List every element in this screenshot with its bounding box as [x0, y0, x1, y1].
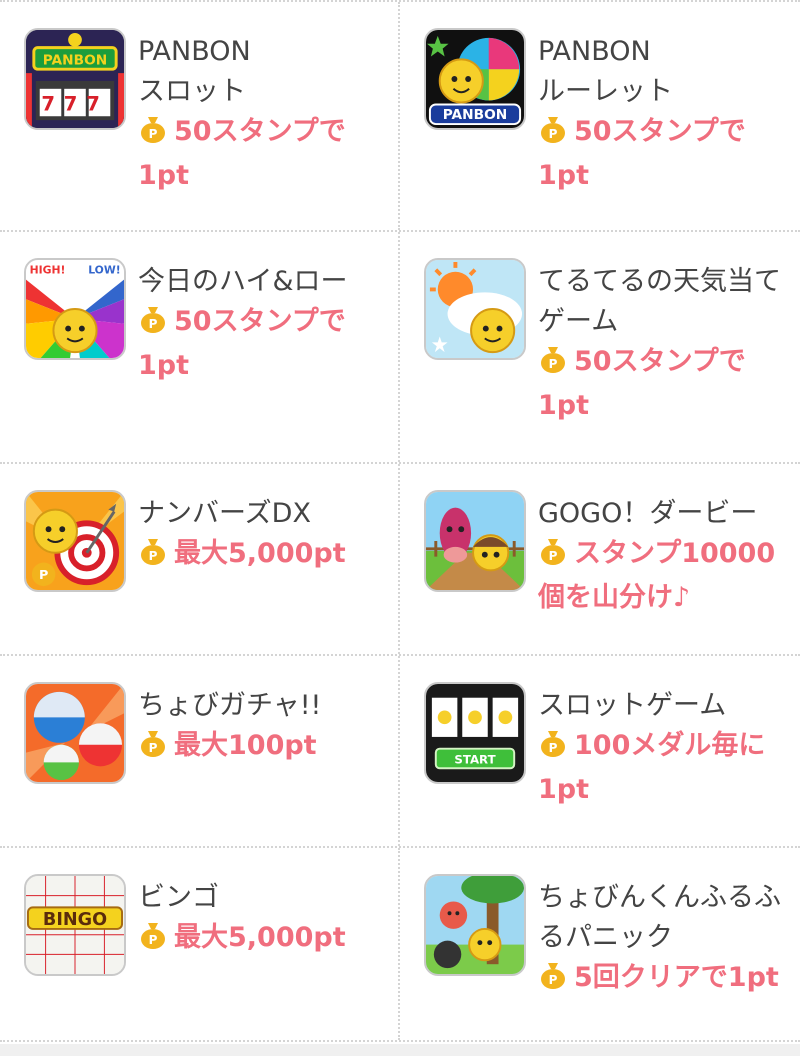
game-list: PANBON 777 PANBON スロット P 50スタンプで1pt PANB… [0, 0, 800, 1044]
reward-text: 50スタンプで1pt [538, 346, 746, 421]
svg-text:P: P [149, 933, 158, 947]
game-reward: P 50スタンプで1pt [538, 342, 788, 426]
point-bag-icon: P [538, 536, 568, 578]
point-bag-icon: P [138, 536, 168, 578]
panbon-slot-icon[interactable]: PANBON 777 [24, 28, 126, 130]
point-bag-icon: P [538, 114, 568, 156]
point-bag-icon: P [138, 114, 168, 156]
game-row: BINGO ビンゴ P 最大5,000pt ちょびんくんふるふるパニック P 5… [0, 848, 800, 1042]
reward-text: スタンプ10000個を山分け♪ [538, 538, 776, 613]
svg-text:PANBON: PANBON [43, 52, 107, 68]
svg-text:P: P [149, 549, 158, 563]
bingo-icon[interactable]: BINGO [24, 874, 126, 976]
game-reward: P スタンプ10000個を山分け♪ [538, 534, 788, 618]
point-bag-icon: P [538, 960, 568, 1002]
game-title[interactable]: GOGO！ダービー [538, 494, 788, 534]
game-item-derby[interactable]: GOGO！ダービー P スタンプ10000個を山分け♪ [400, 464, 800, 654]
point-bag-icon: P [138, 920, 168, 962]
reward-text: 最大5,000pt [174, 538, 346, 569]
point-bag-icon: P [138, 304, 168, 346]
game-reward: P 50スタンプで1pt [138, 112, 388, 196]
high-low-icon[interactable]: HIGH! LOW! [24, 258, 126, 360]
svg-text:P: P [549, 127, 558, 141]
game-item-panbon-slot[interactable]: PANBON 777 PANBON スロット P 50スタンプで1pt [0, 2, 400, 230]
svg-text:P: P [149, 127, 158, 141]
panbon-roulette-icon[interactable]: PANBON [424, 28, 526, 130]
point-bag-icon: P [538, 344, 568, 386]
svg-text:P: P [39, 568, 48, 583]
reward-text: 50スタンプで1pt [138, 116, 346, 191]
game-item-furufuru-panic[interactable]: ちょびんくんふるふるパニック P 5回クリアで1pt [400, 848, 800, 1040]
game-reward: P 最大5,000pt [138, 918, 388, 962]
reward-text: 最大5,000pt [174, 922, 346, 953]
reward-text: 50スタンプで1pt [538, 116, 746, 191]
gacha-icon[interactable] [24, 682, 126, 784]
svg-text:HIGH!: HIGH! [30, 264, 66, 277]
svg-text:START: START [454, 752, 495, 766]
game-row: PANBON 777 PANBON スロット P 50スタンプで1pt PANB… [0, 2, 800, 232]
game-row: P ナンバーズDX P 最大5,000pt GOGO！ダービー P スタンプ10… [0, 464, 800, 656]
game-item-panbon-roulette[interactable]: PANBON PANBON ルーレット P 50スタンプで1pt [400, 2, 800, 230]
game-reward: P 50スタンプで1pt [538, 112, 788, 196]
svg-text:P: P [549, 549, 558, 563]
footer-bar [0, 1044, 800, 1056]
game-reward: P 5回クリアで1pt [538, 958, 788, 1002]
game-reward: P 最大5,000pt [138, 534, 388, 578]
game-title[interactable]: 今日のハイ&ロー [138, 262, 388, 302]
reward-text: 最大100pt [174, 730, 317, 761]
svg-text:777: 777 [41, 92, 108, 115]
game-item-gacha[interactable]: ちょびガチャ!! P 最大100pt [0, 656, 400, 846]
game-title[interactable]: PANBON ルーレット [538, 32, 788, 112]
svg-text:P: P [549, 973, 558, 987]
svg-text:PANBON: PANBON [443, 107, 508, 123]
game-title[interactable]: ちょびんくんふるふるパニック [538, 878, 788, 958]
derby-icon[interactable] [424, 490, 526, 592]
game-title[interactable]: てるてるの天気当てゲーム [538, 262, 788, 342]
game-title[interactable]: ちょびガチャ!! [138, 686, 388, 726]
reward-text: 5回クリアで1pt [574, 962, 779, 993]
numbers-dx-icon[interactable]: P [24, 490, 126, 592]
game-reward: P 最大100pt [138, 726, 388, 770]
game-title[interactable]: スロットゲーム [538, 686, 788, 726]
svg-text:BINGO: BINGO [43, 910, 107, 930]
game-row: ちょびガチャ!! P 最大100pt START スロットゲーム P 100メダ… [0, 656, 800, 848]
game-item-bingo[interactable]: BINGO ビンゴ P 最大5,000pt [0, 848, 400, 1040]
game-title[interactable]: PANBON スロット [138, 32, 388, 112]
point-bag-icon: P [138, 728, 168, 770]
svg-text:P: P [549, 741, 558, 755]
svg-text:LOW!: LOW! [88, 264, 120, 277]
game-row: HIGH! LOW! 今日のハイ&ロー P 50スタンプで1pt てるてるの天気… [0, 232, 800, 464]
game-title[interactable]: ナンバーズDX [138, 494, 388, 534]
game-item-numbers-dx[interactable]: P ナンバーズDX P 最大5,000pt [0, 464, 400, 654]
point-bag-icon: P [538, 728, 568, 770]
game-title[interactable]: ビンゴ [138, 878, 388, 918]
slot-game-icon[interactable]: START [424, 682, 526, 784]
game-item-high-low[interactable]: HIGH! LOW! 今日のハイ&ロー P 50スタンプで1pt [0, 232, 400, 462]
furufuru-panic-icon[interactable] [424, 874, 526, 976]
game-item-weather[interactable]: てるてるの天気当てゲーム P 50スタンプで1pt [400, 232, 800, 462]
game-reward: P 100メダル毎に1pt [538, 726, 788, 810]
weather-game-icon[interactable] [424, 258, 526, 360]
reward-text: 100メダル毎に1pt [538, 730, 766, 805]
game-item-slot-game[interactable]: START スロットゲーム P 100メダル毎に1pt [400, 656, 800, 846]
game-reward: P 50スタンプで1pt [138, 302, 388, 386]
reward-text: 50スタンプで1pt [138, 306, 346, 381]
svg-text:P: P [149, 317, 158, 331]
svg-text:P: P [549, 357, 558, 371]
svg-text:P: P [149, 741, 158, 755]
